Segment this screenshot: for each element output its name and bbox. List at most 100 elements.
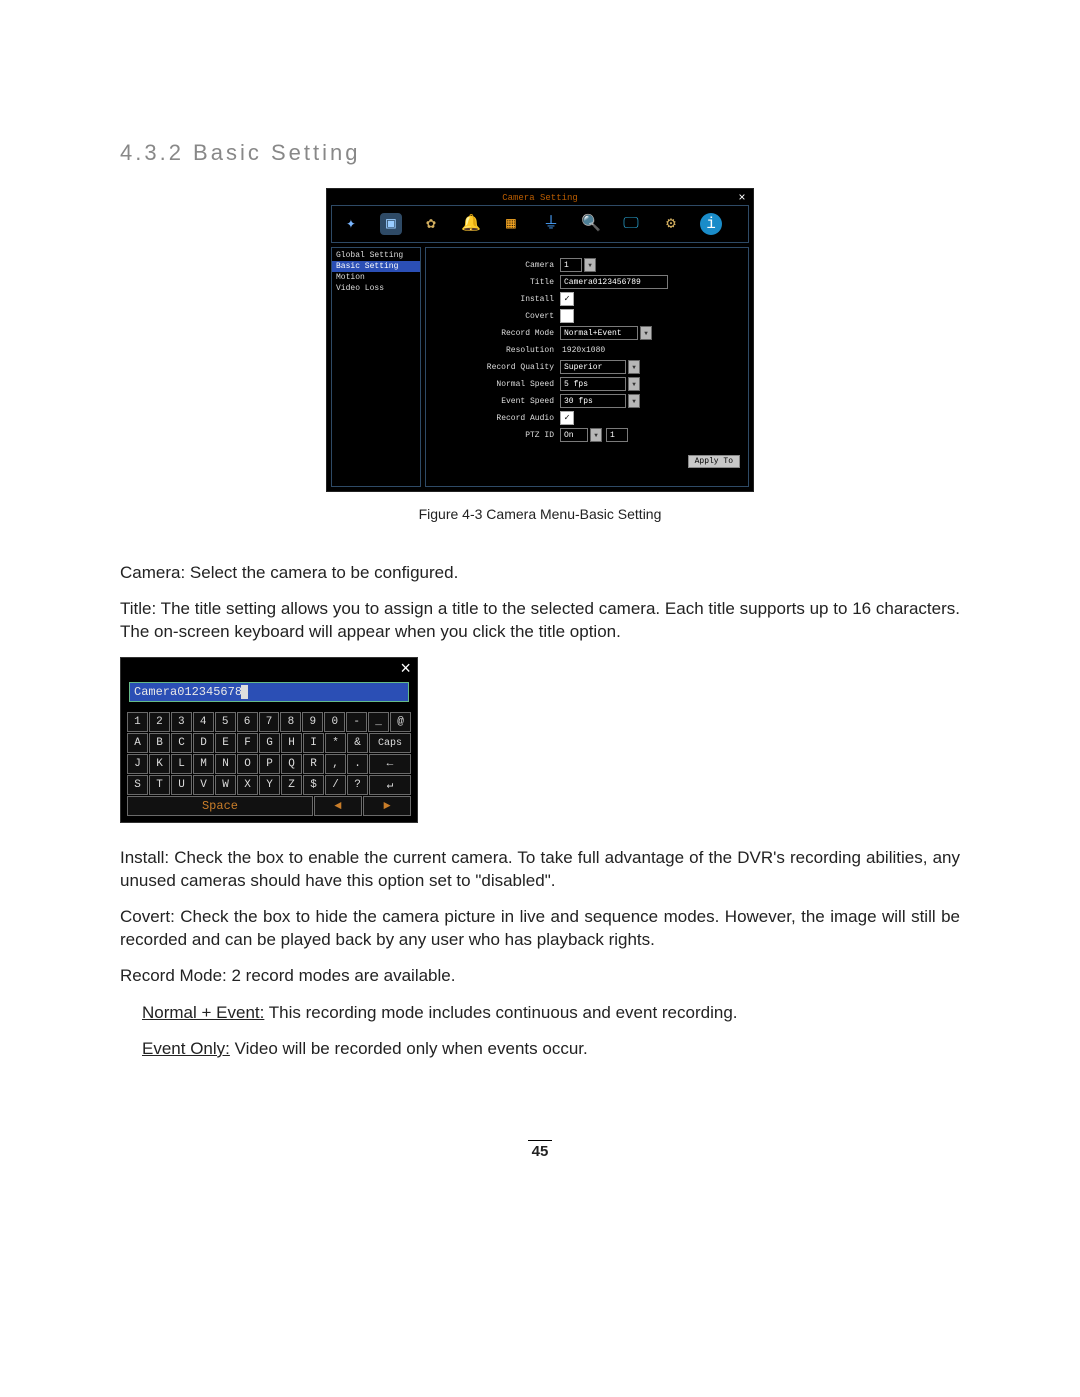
key-d[interactable]: D: [193, 733, 214, 753]
key-caps[interactable]: Caps: [369, 733, 411, 753]
key-3[interactable]: 3: [171, 712, 192, 732]
network-icon[interactable]: ⏚: [540, 213, 562, 235]
install-label: Install: [434, 295, 560, 304]
display-icon[interactable]: 🖵: [620, 213, 642, 235]
title-paragraph: Title: The title setting allows you to a…: [120, 598, 960, 643]
info-icon[interactable]: i: [700, 213, 722, 235]
key-underscore[interactable]: _: [368, 712, 389, 732]
resolution-label: Resolution: [434, 346, 560, 355]
sidebar-item-basic[interactable]: Basic Setting: [332, 261, 420, 272]
ptz-onoff-select[interactable]: On: [560, 428, 588, 442]
covert-checkbox[interactable]: [560, 309, 574, 323]
schedule-icon[interactable]: ▦: [500, 213, 522, 235]
key-w[interactable]: W: [215, 775, 236, 795]
onscreen-keyboard: × Camera012345678 1 2 3 4 5 6 7 8 9 0 - …: [120, 657, 418, 823]
key-r[interactable]: R: [303, 754, 324, 774]
close-icon[interactable]: ×: [400, 660, 415, 680]
key-y[interactable]: Y: [259, 775, 280, 795]
key-m[interactable]: M: [193, 754, 214, 774]
key-a[interactable]: A: [127, 733, 148, 753]
key-comma[interactable]: ,: [325, 754, 346, 774]
key-amp[interactable]: &: [347, 733, 368, 753]
ptz-id-input[interactable]: 1: [606, 428, 628, 442]
search-icon[interactable]: 🔍: [580, 213, 602, 235]
chevron-down-icon[interactable]: ▼: [584, 258, 596, 272]
key-v[interactable]: V: [193, 775, 214, 795]
key-2[interactable]: 2: [149, 712, 170, 732]
key-0[interactable]: 0: [324, 712, 345, 732]
key-4[interactable]: 4: [193, 712, 214, 732]
camera-label: Camera: [434, 261, 560, 270]
chevron-down-icon[interactable]: ▼: [628, 394, 640, 408]
close-icon[interactable]: ×: [735, 191, 749, 205]
key-g[interactable]: G: [259, 733, 280, 753]
record-audio-label: Record Audio: [434, 414, 560, 423]
key-k[interactable]: K: [149, 754, 170, 774]
record-quality-label: Record Quality: [434, 363, 560, 372]
key-at[interactable]: @: [390, 712, 411, 732]
key-t[interactable]: T: [149, 775, 170, 795]
install-checkbox[interactable]: ✓: [560, 292, 574, 306]
key-o[interactable]: O: [237, 754, 258, 774]
key-space[interactable]: Space: [127, 796, 313, 816]
key-b[interactable]: B: [149, 733, 170, 753]
key-x[interactable]: X: [237, 775, 258, 795]
key-l[interactable]: L: [171, 754, 192, 774]
key-period[interactable]: .: [347, 754, 368, 774]
chevron-down-icon[interactable]: ▼: [640, 326, 652, 340]
key-s[interactable]: S: [127, 775, 148, 795]
normal-event-text: This recording mode includes continuous …: [264, 1003, 737, 1022]
key-6[interactable]: 6: [237, 712, 258, 732]
key-backspace[interactable]: ←: [369, 754, 411, 774]
chevron-down-icon[interactable]: ▼: [628, 360, 640, 374]
chevron-down-icon[interactable]: ▼: [590, 428, 602, 442]
key-left[interactable]: ◄: [314, 796, 362, 816]
apply-to-button[interactable]: Apply To: [688, 455, 740, 468]
key-9[interactable]: 9: [302, 712, 323, 732]
key-e[interactable]: E: [215, 733, 236, 753]
bell-icon[interactable]: 🔔: [460, 213, 482, 235]
sidebar-item-motion[interactable]: Motion: [332, 272, 420, 283]
key-f[interactable]: F: [237, 733, 258, 753]
key-u[interactable]: U: [171, 775, 192, 795]
key-enter[interactable]: ↵: [369, 775, 411, 795]
key-q[interactable]: Q: [281, 754, 302, 774]
title-input[interactable]: Camera0123456789: [560, 275, 668, 289]
reel-icon[interactable]: ✿: [420, 213, 442, 235]
install-paragraph: Install: Check the box to enable the cur…: [120, 847, 960, 892]
covert-label: Covert: [434, 312, 560, 321]
camera-select[interactable]: 1: [560, 258, 582, 272]
camera-icon[interactable]: ▣: [380, 213, 402, 235]
normal-speed-select[interactable]: 5 fps: [560, 377, 626, 391]
key-slash[interactable]: /: [325, 775, 346, 795]
key-j[interactable]: J: [127, 754, 148, 774]
record-mode-select[interactable]: Normal+Event: [560, 326, 638, 340]
key-5[interactable]: 5: [215, 712, 236, 732]
keyboard-grid: 1 2 3 4 5 6 7 8 9 0 - _ @ A B C D E F: [123, 712, 415, 820]
chevron-down-icon[interactable]: ▼: [628, 377, 640, 391]
key-n[interactable]: N: [215, 754, 236, 774]
key-i[interactable]: I: [303, 733, 324, 753]
key-star[interactable]: *: [325, 733, 346, 753]
key-1[interactable]: 1: [127, 712, 148, 732]
key-p[interactable]: P: [259, 754, 280, 774]
key-c[interactable]: C: [171, 733, 192, 753]
gear-icon[interactable]: ⚙: [660, 213, 682, 235]
sidebar-item-videoloss[interactable]: Video Loss: [332, 283, 420, 294]
event-speed-select[interactable]: 30 fps: [560, 394, 626, 408]
key-right[interactable]: ►: [363, 796, 411, 816]
key-dash[interactable]: -: [346, 712, 367, 732]
key-z[interactable]: Z: [281, 775, 302, 795]
key-h[interactable]: H: [281, 733, 302, 753]
key-8[interactable]: 8: [280, 712, 301, 732]
record-quality-select[interactable]: Superior: [560, 360, 626, 374]
key-dollar[interactable]: $: [303, 775, 324, 795]
sidebar-item-global[interactable]: Global Setting: [332, 250, 420, 261]
recmode-paragraph: Record Mode: 2 record modes are availabl…: [120, 965, 960, 987]
wand-icon[interactable]: ✦: [340, 213, 362, 235]
key-7[interactable]: 7: [259, 712, 280, 732]
key-question[interactable]: ?: [347, 775, 368, 795]
normal-event-label: Normal + Event:: [142, 1003, 264, 1022]
record-audio-checkbox[interactable]: ✓: [560, 411, 574, 425]
keyboard-text-field[interactable]: Camera012345678: [129, 682, 409, 702]
